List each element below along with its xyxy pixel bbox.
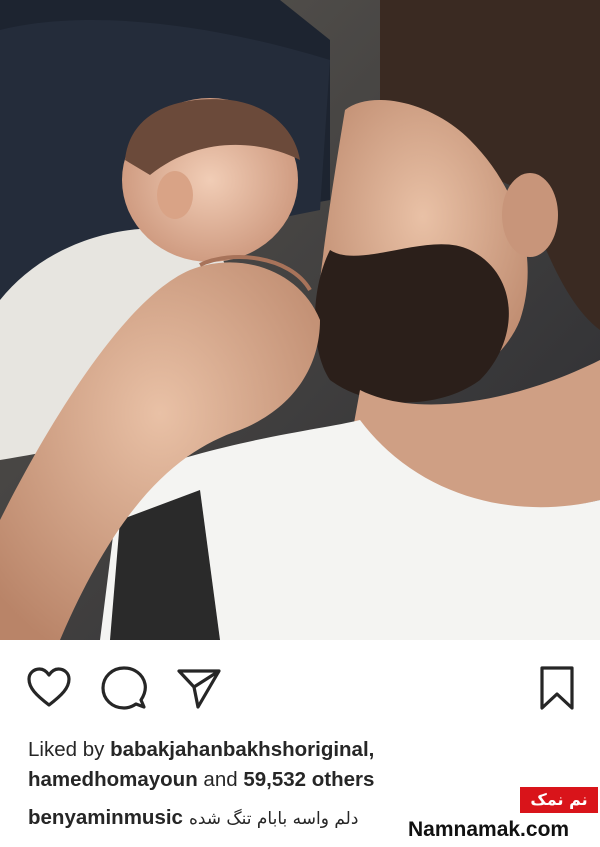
liker-username-1[interactable]: babakjahanbakhshoriginal, <box>110 738 374 761</box>
watermark-badge: نم نمک <box>520 787 598 813</box>
watermark-site: Namnamak.com <box>408 818 570 841</box>
liker-username-2[interactable]: hamedhomayoun <box>28 768 198 791</box>
caption-username[interactable]: benyaminmusic <box>28 806 183 829</box>
likes-and: and <box>203 768 238 791</box>
caption-text: دلم واسه بابام تنگ شده <box>188 809 359 829</box>
likes-prefix: Liked by <box>28 738 105 761</box>
heart-icon[interactable] <box>26 667 72 709</box>
photo-illustration <box>0 0 600 640</box>
comment-icon[interactable] <box>101 666 147 710</box>
post-caption: benyaminmusic دلم واسه بابام تنگ شده <box>28 806 358 830</box>
post-photo[interactable] <box>0 0 600 640</box>
post-actions-bar <box>0 640 600 730</box>
likes-summary: Liked by babakjahanbakhshoriginal, hamed… <box>28 735 588 795</box>
likes-count[interactable]: 59,532 others <box>243 768 374 791</box>
bookmark-icon[interactable] <box>539 665 575 711</box>
send-icon[interactable] <box>176 667 222 711</box>
